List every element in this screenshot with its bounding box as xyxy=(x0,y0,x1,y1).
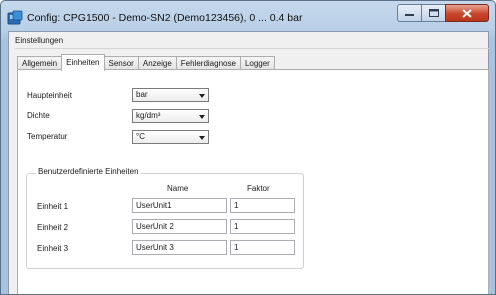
app-config-icon xyxy=(7,10,23,25)
tab-einheiten[interactable]: Einheiten xyxy=(61,54,105,71)
column-header-factor: Faktor xyxy=(247,184,270,193)
tab-allgemein[interactable]: Allgemein xyxy=(17,56,63,70)
window-title: Config: CPG1500 - Demo-SN2 (Demo123456),… xyxy=(27,12,303,24)
tab-anzeige[interactable]: Anzeige xyxy=(137,56,177,70)
tab-fehlerdiagnose[interactable]: Fehlerdiagnose xyxy=(175,56,241,70)
user-unit-3-factor-field[interactable]: 1 xyxy=(230,240,295,255)
density-label: Dichte xyxy=(27,111,50,120)
density-value: kg/dm³ xyxy=(136,111,161,120)
chevron-down-icon xyxy=(199,115,205,119)
user-unit-1-label: Einheit 1 xyxy=(37,202,69,211)
user-unit-2-label: Einheit 2 xyxy=(37,223,69,232)
window-controls xyxy=(397,4,489,23)
main-unit-dropdown[interactable]: bar xyxy=(132,88,209,102)
config-window: Config: CPG1500 - Demo-SN2 (Demo123456),… xyxy=(0,0,496,295)
density-dropdown[interactable]: kg/dm³ xyxy=(132,109,209,123)
close-icon xyxy=(462,8,472,18)
chevron-down-icon xyxy=(199,136,205,140)
tab-logger[interactable]: Logger xyxy=(239,56,275,70)
temperature-dropdown[interactable]: °C xyxy=(132,130,209,144)
maximize-button[interactable] xyxy=(421,4,446,22)
main-unit-value: bar xyxy=(136,90,148,99)
user-unit-1-name-field[interactable]: UserUnit1 xyxy=(132,198,227,213)
maximize-icon xyxy=(428,9,439,17)
user-unit-2-factor-field[interactable]: 1 xyxy=(230,219,295,234)
tab-strip: Allgemein Einheiten Sensor Anzeige Fehle… xyxy=(17,54,275,71)
settings-group-label: Einstellungen xyxy=(15,36,64,45)
user-unit-3-name-field[interactable]: UserUnit 3 xyxy=(132,240,227,255)
minimize-icon xyxy=(405,13,414,16)
settings-group-divider xyxy=(15,48,489,49)
close-button[interactable] xyxy=(445,4,489,22)
minimize-button[interactable] xyxy=(397,4,422,22)
temperature-value: °C xyxy=(136,132,145,141)
user-unit-2-name-field[interactable]: UserUnit 2 xyxy=(132,219,227,234)
main-unit-label: Haupteinheit xyxy=(27,91,72,100)
chevron-down-icon xyxy=(199,94,205,98)
user-units-legend: Benutzerdefinierte Einheiten xyxy=(36,167,141,176)
temperature-label: Temperatur xyxy=(27,132,68,141)
tab-sensor[interactable]: Sensor xyxy=(103,56,139,70)
user-unit-1-factor-field[interactable]: 1 xyxy=(230,198,295,213)
user-unit-3-label: Einheit 3 xyxy=(37,244,69,253)
column-header-name: Name xyxy=(167,184,189,193)
